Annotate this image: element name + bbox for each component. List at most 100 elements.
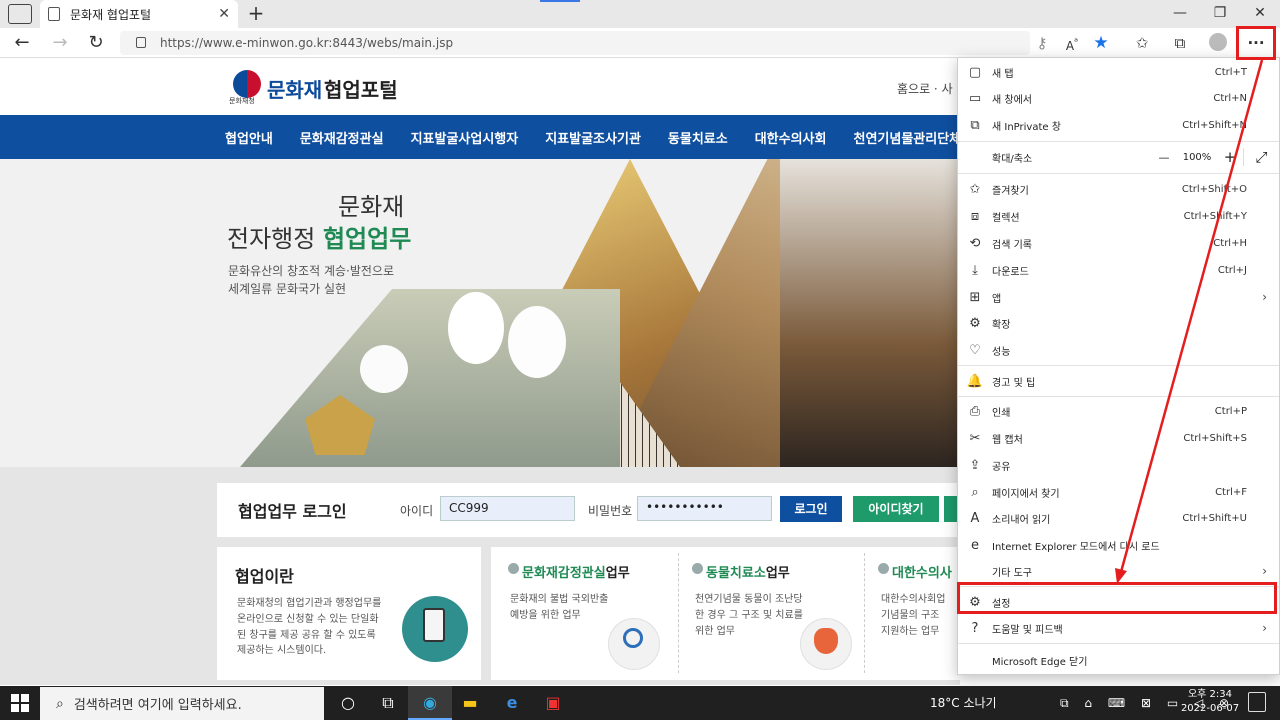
menu-item-find[interactable]: ⌕ 페이지에서 찾기 Ctrl+F: [958, 479, 1279, 505]
lock-icon[interactable]: [136, 37, 146, 48]
nav-item[interactable]: 지표발굴조사기관: [545, 128, 641, 147]
task-view-icon[interactable]: ⧉: [366, 686, 410, 720]
menu-item-web-capture[interactable]: ✂ 웹 캡처 Ctrl+Shift+S: [958, 425, 1279, 451]
search-placeholder: 검색하려면 여기에 입력하세요.: [73, 698, 242, 713]
nav-item[interactable]: 문화재감정관실: [300, 128, 384, 147]
nav-item[interactable]: 대한수의사회: [755, 128, 827, 147]
start-button[interactable]: [0, 686, 40, 720]
menu-item-print[interactable]: ⎙ 인쇄 Ctrl+P: [958, 398, 1279, 424]
login-title: 협업업무 로그인: [238, 502, 347, 521]
bullet-icon: [692, 563, 703, 574]
cortana-icon[interactable]: ○: [326, 686, 370, 720]
menu-item-new-tab[interactable]: ▢ 새 탭 Ctrl+T: [958, 59, 1279, 85]
back-button[interactable]: ←: [8, 30, 36, 56]
zoom-out-button[interactable]: —: [1151, 151, 1177, 164]
fullscreen-icon[interactable]: ⤢: [1243, 148, 1279, 166]
menu-item-ie-mode[interactable]: e Internet Explorer 모드에서 다시 로드: [958, 532, 1279, 558]
zoom-in-button[interactable]: +: [1217, 148, 1243, 166]
collections-icon[interactable]: ⧉: [1166, 30, 1194, 56]
service-title[interactable]: 문화재감정관실업무: [522, 562, 630, 581]
menu-item-alerts[interactable]: 🔔 경고 및 팁: [958, 368, 1279, 394]
service-desc: 천연기념물 동물이 조난당: [695, 594, 803, 605]
nav-item[interactable]: 동물치료소: [668, 128, 728, 147]
address-bar[interactable]: https://www.e-minwon.go.kr:8443/webs/mai…: [120, 31, 1030, 55]
chevron-right-icon: ›: [1262, 290, 1267, 304]
refresh-button[interactable]: ↻: [82, 30, 110, 56]
menu-item-close-edge[interactable]: Microsoft Edge 닫기: [958, 647, 1279, 673]
emblem-logo[interactable]: [233, 70, 261, 98]
service-desc: 대한수의사회업: [881, 594, 946, 605]
close-window-button[interactable]: ✕: [1240, 0, 1280, 28]
nav-item[interactable]: 천연기념물관리단체: [853, 128, 961, 147]
taskbar-search[interactable]: ⌕ 검색하려면 여기에 입력하세요.: [40, 687, 324, 720]
nav-item[interactable]: 협업안내: [225, 128, 273, 147]
share-icon: ⇪: [969, 457, 981, 473]
menu-item-more-tools[interactable]: 기타 도구 ›: [958, 558, 1279, 584]
service-desc: 한 경우 그 구조 및 치료를: [695, 610, 803, 621]
menu-item-favorites[interactable]: ✩ 즐겨찾기 Ctrl+Shift+O: [958, 176, 1279, 202]
menu-label: 앱: [992, 293, 1002, 305]
apps-icon: ⊞: [969, 289, 981, 305]
profile-icon[interactable]: [1209, 33, 1227, 51]
read-aloud-icon[interactable]: Aᵃ: [1058, 30, 1086, 56]
menu-item-help[interactable]: ? 도움말 및 피드백 ›: [958, 615, 1279, 641]
minimize-button[interactable]: —: [1160, 0, 1200, 28]
menu-item-apps[interactable]: ⊞ 앱 ›: [958, 284, 1279, 310]
menu-label: Microsoft Edge 닫기: [992, 656, 1088, 668]
menu-item-collections[interactable]: ⧈ 컬렉션 Ctrl+Shift+Y: [958, 203, 1279, 229]
hero-title-prefix: 전자행정: [227, 225, 323, 253]
ie-taskbar-icon[interactable]: e: [490, 686, 534, 720]
favorites-icon[interactable]: ✩: [1128, 30, 1156, 56]
download-icon: ⤓: [972, 262, 978, 278]
bird-shape: [508, 306, 566, 378]
service-title[interactable]: 대한수의사: [892, 562, 952, 581]
page-icon: [48, 7, 60, 21]
favorite-star-icon[interactable]: ★: [1087, 30, 1115, 56]
home-link[interactable]: 홈으로 · 사: [897, 80, 953, 97]
highlight-settings: [957, 582, 1277, 614]
notification-icon[interactable]: [1248, 692, 1266, 712]
tablet-icon: [423, 608, 445, 642]
menu-label: 확대/축소: [992, 153, 1033, 165]
key-icon[interactable]: ⚷: [1028, 30, 1056, 56]
id-input[interactable]: CC999: [440, 496, 575, 521]
maximize-button[interactable]: ❐: [1200, 0, 1240, 28]
find-id-button[interactable]: 아이디찾기: [853, 496, 939, 522]
menu-item-share[interactable]: ⇪ 공유: [958, 452, 1279, 478]
menu-item-performance[interactable]: ♡ 성능: [958, 337, 1279, 363]
time: 오후 2:34: [1187, 689, 1233, 700]
main-nav: 협업안내 문화재감정관실 지표발굴사업시행자 지표발굴조사기관 동물치료소 대한…: [0, 115, 1000, 159]
menu-item-new-window[interactable]: ▭ 새 창에서 Ctrl+N: [958, 85, 1279, 111]
menu-shortcut: Ctrl+P: [1214, 405, 1247, 417]
app-taskbar-icon[interactable]: ▣: [531, 686, 575, 720]
menu-item-downloads[interactable]: ⤓ 다운로드 Ctrl+J: [958, 257, 1279, 283]
file-explorer-icon[interactable]: ▬: [448, 686, 492, 720]
nav-item[interactable]: 지표발굴사업시행자: [411, 128, 519, 147]
forward-button[interactable]: →: [46, 30, 74, 56]
edge-taskbar-icon[interactable]: ◉: [408, 686, 452, 720]
menu-item-extensions[interactable]: ⚙ 확장: [958, 310, 1279, 336]
chevron-right-icon: ›: [1262, 621, 1267, 635]
new-tab-icon: ▢: [968, 64, 982, 80]
browser-tab[interactable]: 문화재 협업포털 ✕: [40, 0, 238, 28]
weather-widget[interactable]: 18°C 소나기: [930, 686, 997, 720]
menu-item-history[interactable]: ⟲ 검색 기록 Ctrl+H: [958, 230, 1279, 256]
menu-divider: [958, 365, 1279, 366]
service-desc: 예방을 위한 업무: [510, 610, 581, 621]
service-title[interactable]: 동물치료소업무: [706, 562, 790, 581]
clock[interactable]: 오후 2:34 2022-06-07: [1180, 688, 1240, 716]
tab-actions-icon[interactable]: [8, 4, 32, 24]
read-aloud-icon: A: [970, 510, 980, 526]
new-tab-button[interactable]: +: [244, 2, 268, 26]
menu-item-read-aloud[interactable]: A 소리내어 읽기 Ctrl+Shift+U: [958, 505, 1279, 531]
logo-text-part2[interactable]: 협업포털: [324, 74, 398, 103]
menu-divider: [958, 173, 1279, 174]
logo-text-part1[interactable]: 문화재: [267, 74, 322, 103]
tab-close-icon[interactable]: ✕: [218, 6, 230, 22]
bird-shape: [448, 292, 504, 364]
url-text: https://www.e-minwon.go.kr:8443/webs/mai…: [160, 36, 454, 50]
menu-label: Internet Explorer 모드에서 다시 로드: [992, 541, 1160, 553]
password-input[interactable]: •••••••••••: [637, 496, 772, 521]
login-button[interactable]: 로그인: [780, 496, 842, 522]
menu-item-inprivate[interactable]: ⧉ 새 InPrivate 창 Ctrl+Shift+N: [958, 112, 1279, 138]
